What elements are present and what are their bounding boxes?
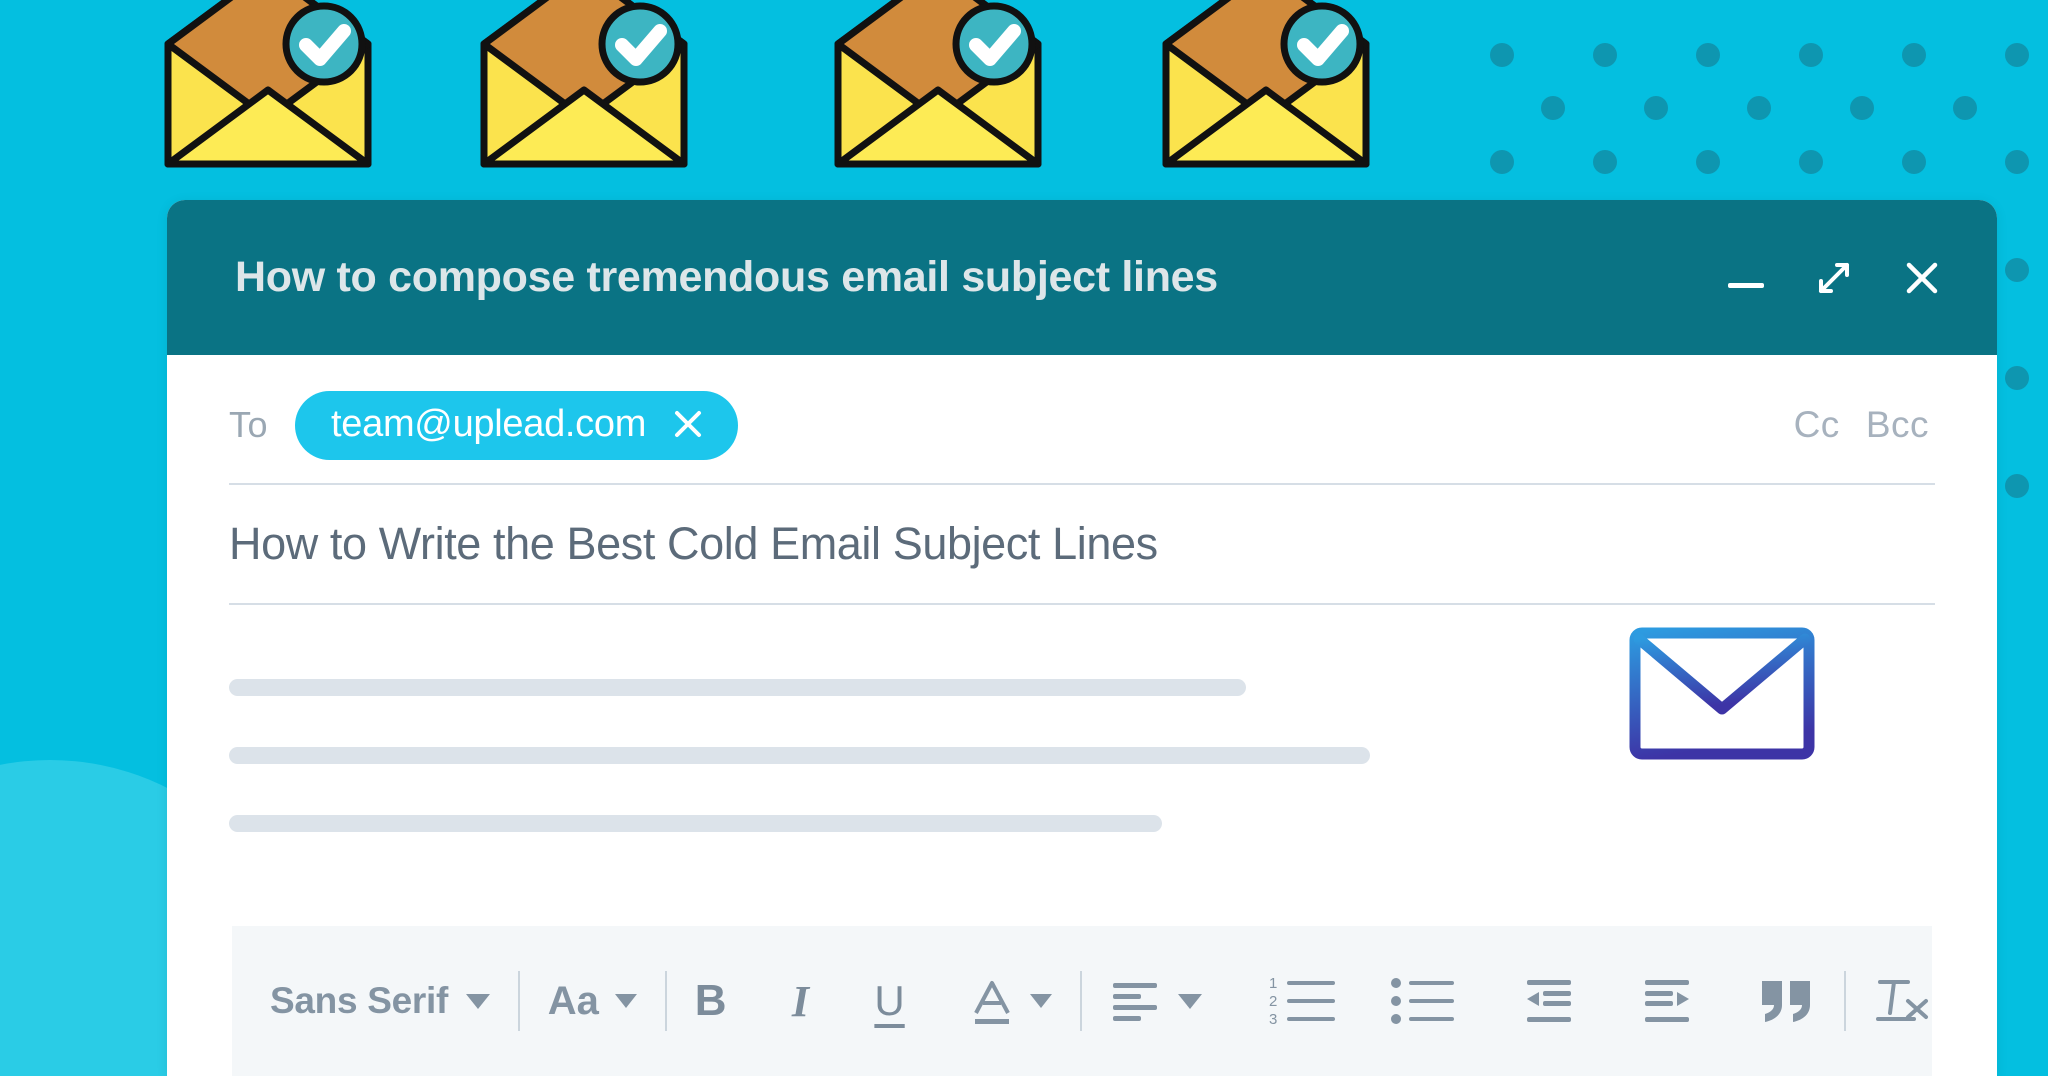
compose-window-title: How to compose tremendous email subject … — [235, 253, 1218, 301]
body-placeholder-line — [229, 815, 1163, 832]
body-placeholder-line — [229, 679, 1246, 696]
font-family-select[interactable]: Sans Serif — [270, 980, 490, 1022]
font-size-label: Aa — [547, 978, 599, 1023]
close-button[interactable] — [1895, 251, 1949, 305]
decrease-indent-button[interactable] — [1523, 976, 1575, 1026]
chevron-down-icon[interactable] — [1030, 994, 1053, 1008]
align-button[interactable] — [1110, 977, 1202, 1025]
subject-row[interactable]: How to Write the Best Cold Email Subject… — [229, 485, 1935, 603]
toolbar-divider — [1844, 971, 1846, 1031]
remove-formatting-button[interactable] — [1874, 973, 1932, 1029]
remove-recipient-icon[interactable] — [668, 404, 708, 444]
envelope-illustration — [1156, 0, 1376, 178]
toolbar-divider — [517, 971, 520, 1031]
bulleted-list-button[interactable] — [1390, 974, 1458, 1028]
subject-input[interactable]: How to Write the Best Cold Email Subject… — [229, 518, 1158, 570]
italic-label: I — [791, 976, 810, 1026]
screenshot-root: How to compose tremendous email subject … — [0, 0, 2048, 1076]
minimize-button[interactable] — [1719, 251, 1773, 305]
envelope-illustration — [474, 0, 694, 178]
underline-button[interactable]: U — [874, 977, 904, 1025]
cc-button[interactable]: Cc — [1794, 404, 1840, 446]
envelope-illustration-row — [0, 0, 1400, 180]
chevron-down-icon[interactable] — [1177, 993, 1202, 1009]
envelope-icon — [1629, 627, 1815, 760]
compose-body: To team@uplead.com Cc Bcc How to Write t… — [167, 355, 1997, 887]
bold-label: B — [694, 976, 727, 1025]
recipient-email: team@uplead.com — [331, 402, 647, 445]
message-body[interactable] — [229, 605, 1935, 887]
toolbar-divider — [1080, 971, 1082, 1031]
font-size-select[interactable]: Aa — [548, 979, 637, 1024]
underline-label: U — [874, 977, 905, 1024]
increase-indent-button[interactable] — [1641, 976, 1693, 1026]
formatting-toolbar: Sans Serif Aa B I U 1 2 3 — [232, 926, 1932, 1076]
to-label: To — [229, 404, 269, 445]
expand-button[interactable] — [1807, 251, 1861, 305]
envelope-illustration — [828, 0, 1048, 178]
italic-button[interactable]: I — [792, 976, 809, 1027]
svg-text:2: 2 — [1269, 993, 1277, 1010]
chevron-down-icon[interactable] — [465, 993, 490, 1009]
svg-text:3: 3 — [1269, 1011, 1277, 1028]
compose-titlebar[interactable]: How to compose tremendous email subject … — [167, 200, 1997, 355]
recipients-row: To team@uplead.com Cc Bcc — [229, 355, 1935, 483]
cc-bcc-group: Cc Bcc — [1794, 404, 1935, 446]
svg-text:1: 1 — [1269, 975, 1277, 992]
body-placeholder-line — [229, 747, 1371, 764]
chevron-down-icon[interactable] — [614, 994, 637, 1008]
recipient-chip[interactable]: team@uplead.com — [295, 390, 739, 460]
compose-window: How to compose tremendous email subject … — [167, 200, 1997, 1076]
envelope-illustration — [158, 0, 378, 178]
numbered-list-button[interactable]: 1 2 3 — [1267, 974, 1339, 1028]
toolbar-divider — [664, 971, 667, 1031]
bold-button[interactable]: B — [695, 976, 727, 1026]
bcc-button[interactable]: Bcc — [1866, 404, 1929, 446]
blockquote-button[interactable] — [1758, 975, 1816, 1027]
font-family-label: Sans Serif — [270, 980, 448, 1021]
text-color-button[interactable] — [970, 975, 1053, 1027]
window-controls — [1719, 251, 1967, 305]
